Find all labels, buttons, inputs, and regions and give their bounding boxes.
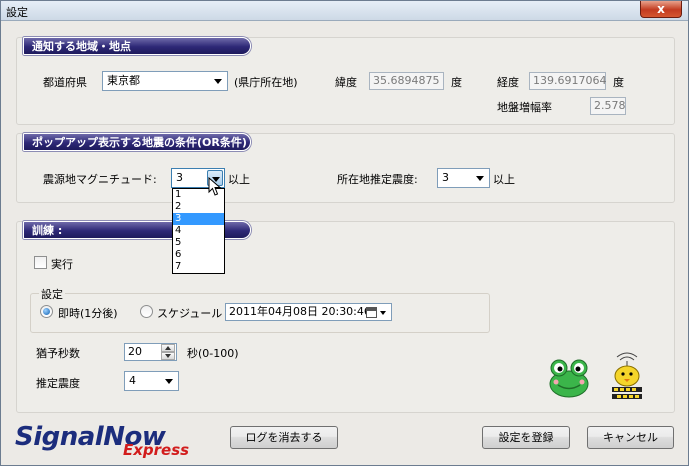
- mouse-cursor-icon: [208, 177, 222, 196]
- schedule-radio[interactable]: [140, 305, 153, 318]
- prefecture-value: 東京都: [107, 74, 140, 87]
- magnitude-option[interactable]: 2: [173, 201, 224, 213]
- longitude-label: 経度: [497, 76, 519, 89]
- intensity-value: 3: [442, 171, 449, 184]
- magnitude-option[interactable]: 5: [173, 237, 224, 249]
- stepper-arrows[interactable]: [161, 344, 175, 360]
- execute-label: 実行: [51, 258, 73, 271]
- prefecture-note: (県庁所在地): [234, 76, 298, 89]
- immediate-label: 即時(1分後): [58, 307, 118, 320]
- grace-stepper[interactable]: 20: [124, 343, 177, 361]
- magnitude-suffix: 以上: [228, 173, 250, 186]
- arrow-down-icon[interactable]: [161, 352, 175, 360]
- schedule-label: スケジュール: [157, 307, 223, 320]
- close-button[interactable]: x: [640, 1, 682, 18]
- region-header: 通知する地域・地点: [23, 37, 251, 55]
- grace-label: 猶予秒数: [36, 347, 80, 360]
- magnitude-value: 3: [176, 171, 183, 184]
- popup-header: ポップアップ表示する地震の条件(OR条件): [23, 133, 251, 151]
- schedule-datetime: 2011年04月08日 20:30:46: [229, 305, 371, 318]
- magnitude-option[interactable]: 7: [173, 261, 224, 273]
- latitude-label: 緯度: [335, 76, 357, 89]
- latitude-unit: 度: [451, 76, 462, 89]
- chevron-down-icon: [161, 373, 177, 389]
- intensity-label: 所在地推定震度:: [337, 173, 418, 186]
- execute-checkbox[interactable]: [34, 256, 47, 269]
- grace-unit: 秒(0-100): [187, 347, 239, 360]
- magnitude-option[interactable]: 4: [173, 225, 224, 237]
- intensity-suffix: 以上: [493, 173, 515, 186]
- settings-window: 設定 x 通知する地域・地点 都道府県 東京都 (県庁所在地) 緯度 35.68…: [0, 0, 689, 466]
- amplification-label: 地盤増幅率: [497, 101, 552, 114]
- immediate-radio[interactable]: [40, 305, 53, 318]
- longitude-unit: 度: [613, 76, 624, 89]
- estimated-label: 推定震度: [36, 377, 80, 390]
- latitude-field[interactable]: 35.6894875: [369, 72, 444, 90]
- register-button[interactable]: 設定を登録: [482, 426, 570, 449]
- intensity-select[interactable]: 3: [437, 168, 490, 188]
- chevron-down-icon: [472, 170, 488, 186]
- prefecture-label: 都道府県: [43, 76, 87, 89]
- title-bar: 設定 x: [1, 1, 688, 21]
- schedule-datetime-picker[interactable]: 2011年04月08日 20:30:46: [225, 303, 392, 321]
- magnitude-dropdown-list[interactable]: 1234567: [172, 188, 225, 274]
- signalnow-logo: SignalNow Express: [15, 422, 190, 459]
- window-title: 設定: [6, 6, 28, 19]
- magnitude-label: 震源地マグニチュード:: [43, 173, 157, 186]
- settings-legend: 設定: [39, 286, 65, 302]
- amplification-field[interactable]: 2.578: [590, 97, 626, 115]
- bird-mascot-icon: [612, 352, 642, 399]
- chevron-down-icon: [210, 73, 226, 89]
- estimated-select[interactable]: 4: [124, 371, 179, 391]
- prefecture-select[interactable]: 東京都: [102, 71, 228, 91]
- longitude-field[interactable]: 139.6917064: [529, 72, 606, 90]
- magnitude-option[interactable]: 3: [173, 213, 224, 225]
- logo-sub-text: Express: [123, 441, 190, 459]
- estimated-value: 4: [129, 374, 136, 387]
- arrow-up-icon[interactable]: [161, 344, 175, 352]
- clear-log-button[interactable]: ログを消去する: [230, 426, 338, 449]
- calendar-icon[interactable]: [364, 305, 390, 321]
- cancel-button[interactable]: キャンセル: [587, 426, 674, 449]
- frog-mascot-icon: [549, 359, 589, 398]
- magnitude-option[interactable]: 6: [173, 249, 224, 261]
- grace-value: 20: [128, 345, 142, 358]
